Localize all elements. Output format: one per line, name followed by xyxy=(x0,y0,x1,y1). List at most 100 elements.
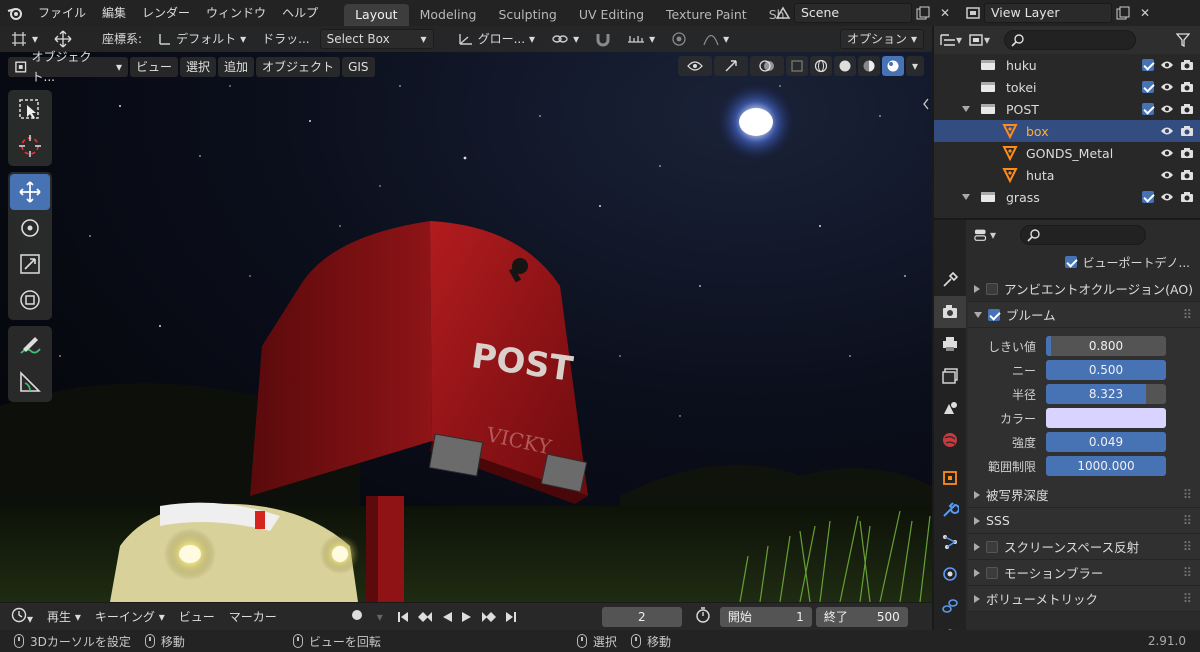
bloom-knee-slider[interactable]: 0.500 xyxy=(1046,360,1166,380)
play-reverse-icon[interactable] xyxy=(441,611,453,623)
drag-handle-icon[interactable]: ⠿ xyxy=(1183,591,1192,606)
menu-file[interactable]: ファイル xyxy=(30,0,94,26)
jump-prev-keyframe-icon[interactable] xyxy=(417,611,433,623)
exclude-checkbox[interactable] xyxy=(1142,103,1154,115)
editor-type-dropdown[interactable]: ▾ xyxy=(6,607,38,627)
keying-menu[interactable]: キーイング ▾ xyxy=(90,607,170,627)
shading-material[interactable] xyxy=(858,56,880,76)
eye-icon[interactable] xyxy=(1160,60,1174,70)
properties-editor-dropdown[interactable]: ▾ xyxy=(974,225,996,245)
exclude-checkbox[interactable] xyxy=(1142,81,1154,93)
close-scene-icon[interactable]: ✕ xyxy=(934,3,956,23)
drag-dropdown[interactable]: ドラッ... xyxy=(256,29,315,49)
keying-set-dropdown[interactable]: ▾ xyxy=(372,607,388,627)
tab-data[interactable] xyxy=(934,622,966,630)
coordinate-system-dropdown[interactable]: デフォルト ▾ xyxy=(152,29,252,49)
camera-icon[interactable] xyxy=(1180,103,1194,115)
menu-add[interactable]: 追加 xyxy=(218,57,255,77)
jump-start-icon[interactable] xyxy=(397,611,409,623)
move-gizmo-button[interactable] xyxy=(48,29,78,49)
timeline-view-menu[interactable]: ビュー xyxy=(174,607,220,627)
proportional-edit-toggle[interactable] xyxy=(665,29,693,49)
tab-layout[interactable]: Layout xyxy=(344,4,409,26)
shading-solid[interactable] xyxy=(834,56,856,76)
shading-wireframe[interactable] xyxy=(810,56,832,76)
bloom-color-swatch[interactable] xyxy=(1046,408,1166,428)
camera-icon[interactable] xyxy=(1180,147,1194,159)
outliner-row-grass[interactable]: grass xyxy=(934,186,1200,208)
menu-view[interactable]: ビュー xyxy=(130,57,179,77)
sidebar-toggle-icon[interactable] xyxy=(922,98,930,110)
ssr-checkbox[interactable] xyxy=(986,540,998,553)
bloom-radius-slider[interactable]: 8.323 xyxy=(1046,384,1166,404)
menu-render[interactable]: レンダー xyxy=(134,0,198,26)
ambient-occlusion-checkbox[interactable] xyxy=(986,282,998,295)
panel-ambient-occlusion[interactable]: アンビエントオクルージョン(AO) xyxy=(968,276,1200,302)
scale-tool[interactable] xyxy=(10,246,50,282)
expand-arrow-icon[interactable] xyxy=(962,194,970,200)
outliner-filter-button[interactable] xyxy=(1172,30,1194,50)
3d-viewport[interactable]: POST VICKY ▾ 座標系: デフォルト ▾ ドラッ... Select B… xyxy=(0,26,932,602)
transform-pivot-button[interactable]: ▾ xyxy=(4,29,44,49)
tab-constraints[interactable] xyxy=(934,590,966,622)
visibility-dropdown[interactable] xyxy=(678,56,712,76)
bloom-checkbox[interactable] xyxy=(988,308,1000,321)
drag-handle-icon[interactable]: ⠿ xyxy=(1183,487,1192,502)
eye-icon[interactable] xyxy=(1160,192,1174,202)
copy-scene-icon[interactable] xyxy=(912,3,934,23)
tab-modifiers[interactable] xyxy=(934,494,966,526)
expand-arrow-icon[interactable] xyxy=(962,106,970,112)
tab-object[interactable] xyxy=(934,462,966,494)
transform-tool[interactable] xyxy=(10,282,50,318)
bloom-intensity-slider[interactable]: 0.049 xyxy=(1046,432,1166,452)
tab-particles[interactable] xyxy=(934,526,966,558)
xray-toggle[interactable] xyxy=(786,56,808,76)
outliner-row-gonds-metal[interactable]: GONDS_Metal xyxy=(934,142,1200,164)
transform-orientation-dropdown[interactable]: グロー... ▾ xyxy=(452,29,541,49)
tab-output[interactable] xyxy=(934,328,966,360)
current-frame-field[interactable]: 2 xyxy=(601,606,682,627)
camera-icon[interactable] xyxy=(1180,125,1194,137)
blender-logo-icon[interactable] xyxy=(0,0,30,26)
pivot-point-dropdown[interactable]: ▾ xyxy=(545,29,585,49)
outliner-row-post[interactable]: POST xyxy=(934,98,1200,120)
shading-options-dropdown[interactable]: ▾ xyxy=(906,56,924,76)
playback-menu[interactable]: 再生 ▾ xyxy=(42,607,86,627)
eye-icon[interactable] xyxy=(1160,148,1174,158)
menu-object[interactable]: オブジェクト xyxy=(256,57,341,77)
camera-icon[interactable] xyxy=(1180,59,1194,71)
properties-search-input[interactable] xyxy=(1020,225,1146,245)
mode-dropdown[interactable]: オブジェクト... ▾ xyxy=(8,50,128,84)
menu-gis[interactable]: GIS xyxy=(342,57,375,77)
camera-icon[interactable] xyxy=(1180,81,1194,93)
menu-select[interactable]: 選択 xyxy=(180,57,217,77)
menu-edit[interactable]: 編集 xyxy=(94,0,134,26)
display-mode-dropdown[interactable]: ▾ xyxy=(968,30,990,50)
camera-icon[interactable] xyxy=(1180,191,1194,203)
scene-name-field[interactable]: Scene xyxy=(794,3,912,23)
annotate-tool[interactable] xyxy=(10,328,50,364)
preview-range-toggle[interactable] xyxy=(690,606,716,627)
tab-scene[interactable] xyxy=(934,392,966,424)
tab-physics[interactable] xyxy=(934,558,966,590)
select-mode-dropdown[interactable]: Select Box ▾ xyxy=(319,29,434,49)
tab-render[interactable] xyxy=(934,296,966,328)
panel-depth-of-field[interactable]: 被写界深度 ⠿ xyxy=(968,482,1200,508)
outliner-row-tokei[interactable]: tokei xyxy=(934,76,1200,98)
eye-icon[interactable] xyxy=(1160,82,1174,92)
eye-icon[interactable] xyxy=(1160,170,1174,180)
play-icon[interactable] xyxy=(461,611,473,623)
overlay-dropdown[interactable] xyxy=(750,56,784,76)
panel-screen-space-reflections[interactable]: スクリーンスペース反射 ⠿ xyxy=(968,534,1200,560)
bloom-threshold-slider[interactable]: 0.800 xyxy=(1046,336,1166,356)
motion-blur-checkbox[interactable] xyxy=(986,566,998,579)
outliner-row-huta[interactable]: huta xyxy=(934,164,1200,186)
measure-tool[interactable] xyxy=(10,364,50,400)
rotate-tool[interactable] xyxy=(10,210,50,246)
view-layer-field[interactable]: View Layer xyxy=(984,3,1112,23)
outliner-search-input[interactable] xyxy=(1004,30,1136,50)
tab-modeling[interactable]: Modeling xyxy=(409,4,488,26)
eye-icon[interactable] xyxy=(1160,126,1174,136)
outliner-editor-type-dropdown[interactable]: ▾ xyxy=(940,30,962,50)
drag-handle-icon[interactable]: ⠿ xyxy=(1183,307,1192,322)
